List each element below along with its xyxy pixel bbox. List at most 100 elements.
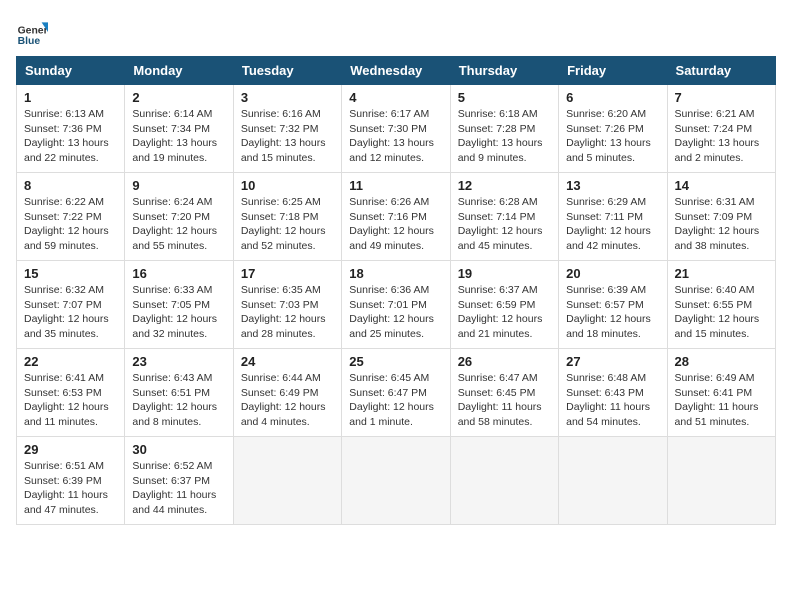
day-number: 26 <box>458 354 551 369</box>
svg-text:General: General <box>18 26 48 37</box>
day-info: Sunrise: 6:16 AM Sunset: 7:32 PM Dayligh… <box>241 107 334 166</box>
calendar-cell: 9 Sunrise: 6:24 AM Sunset: 7:20 PM Daylig… <box>125 173 233 261</box>
day-number: 13 <box>566 178 659 193</box>
calendar-cell: 17 Sunrise: 6:35 AM Sunset: 7:03 PM Dayli… <box>233 261 341 349</box>
calendar-cell: 24 Sunrise: 6:44 AM Sunset: 6:49 PM Dayli… <box>233 349 341 437</box>
calendar-cell: 3 Sunrise: 6:16 AM Sunset: 7:32 PM Daylig… <box>233 85 341 173</box>
calendar-body: 1 Sunrise: 6:13 AM Sunset: 7:36 PM Daylig… <box>17 85 776 525</box>
weekday-header-row: SundayMondayTuesdayWednesdayThursdayFrid… <box>17 57 776 85</box>
day-number: 22 <box>24 354 117 369</box>
day-number: 21 <box>675 266 768 281</box>
weekday-header-cell: Tuesday <box>233 57 341 85</box>
day-info: Sunrise: 6:44 AM Sunset: 6:49 PM Dayligh… <box>241 371 334 430</box>
day-info: Sunrise: 6:52 AM Sunset: 6:37 PM Dayligh… <box>132 459 225 518</box>
calendar-cell: 26 Sunrise: 6:47 AM Sunset: 6:45 PM Dayli… <box>450 349 558 437</box>
day-number: 29 <box>24 442 117 457</box>
day-number: 3 <box>241 90 334 105</box>
calendar-cell: 6Sunrise: 6:20 AM Sunset: 7:26 PM Daylig… <box>559 85 667 173</box>
calendar-cell: 21 Sunrise: 6:40 AM Sunset: 6:55 PM Dayli… <box>667 261 775 349</box>
day-number: 4 <box>349 90 442 105</box>
calendar-row: 15 Sunrise: 6:32 AM Sunset: 7:07 PM Dayli… <box>17 261 776 349</box>
page-header: General Blue <box>16 16 776 48</box>
day-number: 2 <box>132 90 225 105</box>
calendar-cell: 22 Sunrise: 6:41 AM Sunset: 6:53 PM Dayli… <box>17 349 125 437</box>
day-info: Sunrise: 6:36 AM Sunset: 7:01 PM Dayligh… <box>349 283 442 342</box>
calendar-cell: 14Sunrise: 6:31 AM Sunset: 7:09 PM Dayli… <box>667 173 775 261</box>
calendar-row: 8 Sunrise: 6:22 AM Sunset: 7:22 PM Daylig… <box>17 173 776 261</box>
weekday-header-cell: Sunday <box>17 57 125 85</box>
calendar-cell: 10 Sunrise: 6:25 AM Sunset: 7:18 PM Dayli… <box>233 173 341 261</box>
calendar-table: SundayMondayTuesdayWednesdayThursdayFrid… <box>16 56 776 525</box>
day-info: Sunrise: 6:17 AM Sunset: 7:30 PM Dayligh… <box>349 107 442 166</box>
day-number: 24 <box>241 354 334 369</box>
weekday-header-cell: Monday <box>125 57 233 85</box>
day-info: Sunrise: 6:20 AM Sunset: 7:26 PM Dayligh… <box>566 107 659 166</box>
day-number: 18 <box>349 266 442 281</box>
day-info: Sunrise: 6:39 AM Sunset: 6:57 PM Dayligh… <box>566 283 659 342</box>
day-number: 25 <box>349 354 442 369</box>
calendar-cell: 5Sunrise: 6:18 AM Sunset: 7:28 PM Daylig… <box>450 85 558 173</box>
calendar-cell: 23 Sunrise: 6:43 AM Sunset: 6:51 PM Dayli… <box>125 349 233 437</box>
day-info: Sunrise: 6:51 AM Sunset: 6:39 PM Dayligh… <box>24 459 117 518</box>
svg-text:Blue: Blue <box>18 36 41 47</box>
day-number: 9 <box>132 178 225 193</box>
day-info: Sunrise: 6:25 AM Sunset: 7:18 PM Dayligh… <box>241 195 334 254</box>
day-info: Sunrise: 6:29 AM Sunset: 7:11 PM Dayligh… <box>566 195 659 254</box>
day-number: 1 <box>24 90 117 105</box>
day-number: 7 <box>675 90 768 105</box>
calendar-cell: 29 Sunrise: 6:51 AM Sunset: 6:39 PM Dayli… <box>17 437 125 525</box>
day-number: 12 <box>458 178 551 193</box>
day-number: 30 <box>132 442 225 457</box>
day-info: Sunrise: 6:13 AM Sunset: 7:36 PM Dayligh… <box>24 107 117 166</box>
calendar-cell: 28Sunrise: 6:49 AM Sunset: 6:41 PM Dayli… <box>667 349 775 437</box>
weekday-header-cell: Friday <box>559 57 667 85</box>
calendar-cell: 8 Sunrise: 6:22 AM Sunset: 7:22 PM Daylig… <box>17 173 125 261</box>
calendar-cell: 11Sunrise: 6:26 AM Sunset: 7:16 PM Dayli… <box>342 173 450 261</box>
calendar-cell <box>667 437 775 525</box>
day-info: Sunrise: 6:35 AM Sunset: 7:03 PM Dayligh… <box>241 283 334 342</box>
calendar-cell: 30 Sunrise: 6:52 AM Sunset: 6:37 PM Dayli… <box>125 437 233 525</box>
calendar-cell: 4 Sunrise: 6:17 AM Sunset: 7:30 PM Daylig… <box>342 85 450 173</box>
calendar-cell <box>450 437 558 525</box>
day-info: Sunrise: 6:28 AM Sunset: 7:14 PM Dayligh… <box>458 195 551 254</box>
day-number: 14 <box>675 178 768 193</box>
day-info: Sunrise: 6:41 AM Sunset: 6:53 PM Dayligh… <box>24 371 117 430</box>
day-number: 28 <box>675 354 768 369</box>
day-info: Sunrise: 6:45 AM Sunset: 6:47 PM Dayligh… <box>349 371 442 430</box>
calendar-cell: 15 Sunrise: 6:32 AM Sunset: 7:07 PM Dayli… <box>17 261 125 349</box>
calendar-cell: 2 Sunrise: 6:14 AM Sunset: 7:34 PM Daylig… <box>125 85 233 173</box>
day-info: Sunrise: 6:22 AM Sunset: 7:22 PM Dayligh… <box>24 195 117 254</box>
calendar-row: 22 Sunrise: 6:41 AM Sunset: 6:53 PM Dayli… <box>17 349 776 437</box>
calendar-cell <box>233 437 341 525</box>
day-number: 10 <box>241 178 334 193</box>
calendar-cell <box>342 437 450 525</box>
calendar-cell: 13 Sunrise: 6:29 AM Sunset: 7:11 PM Dayli… <box>559 173 667 261</box>
day-info: Sunrise: 6:47 AM Sunset: 6:45 PM Dayligh… <box>458 371 551 430</box>
day-number: 27 <box>566 354 659 369</box>
calendar-cell <box>559 437 667 525</box>
day-number: 5 <box>458 90 551 105</box>
day-info: Sunrise: 6:32 AM Sunset: 7:07 PM Dayligh… <box>24 283 117 342</box>
day-number: 20 <box>566 266 659 281</box>
day-number: 15 <box>24 266 117 281</box>
calendar-cell: 16Sunrise: 6:33 AM Sunset: 7:05 PM Dayli… <box>125 261 233 349</box>
day-number: 11 <box>349 178 442 193</box>
day-number: 8 <box>24 178 117 193</box>
day-info: Sunrise: 6:40 AM Sunset: 6:55 PM Dayligh… <box>675 283 768 342</box>
day-info: Sunrise: 6:14 AM Sunset: 7:34 PM Dayligh… <box>132 107 225 166</box>
calendar-cell: 7 Sunrise: 6:21 AM Sunset: 7:24 PM Daylig… <box>667 85 775 173</box>
day-number: 17 <box>241 266 334 281</box>
weekday-header-cell: Thursday <box>450 57 558 85</box>
day-info: Sunrise: 6:21 AM Sunset: 7:24 PM Dayligh… <box>675 107 768 166</box>
day-number: 19 <box>458 266 551 281</box>
calendar-cell: 19 Sunrise: 6:37 AM Sunset: 6:59 PM Dayli… <box>450 261 558 349</box>
calendar-cell: 1 Sunrise: 6:13 AM Sunset: 7:36 PM Daylig… <box>17 85 125 173</box>
day-info: Sunrise: 6:37 AM Sunset: 6:59 PM Dayligh… <box>458 283 551 342</box>
calendar-row: 29 Sunrise: 6:51 AM Sunset: 6:39 PM Dayli… <box>17 437 776 525</box>
weekday-header-cell: Wednesday <box>342 57 450 85</box>
day-info: Sunrise: 6:24 AM Sunset: 7:20 PM Dayligh… <box>132 195 225 254</box>
day-number: 23 <box>132 354 225 369</box>
weekday-header-cell: Saturday <box>667 57 775 85</box>
calendar-cell: 25 Sunrise: 6:45 AM Sunset: 6:47 PM Dayli… <box>342 349 450 437</box>
day-info: Sunrise: 6:43 AM Sunset: 6:51 PM Dayligh… <box>132 371 225 430</box>
